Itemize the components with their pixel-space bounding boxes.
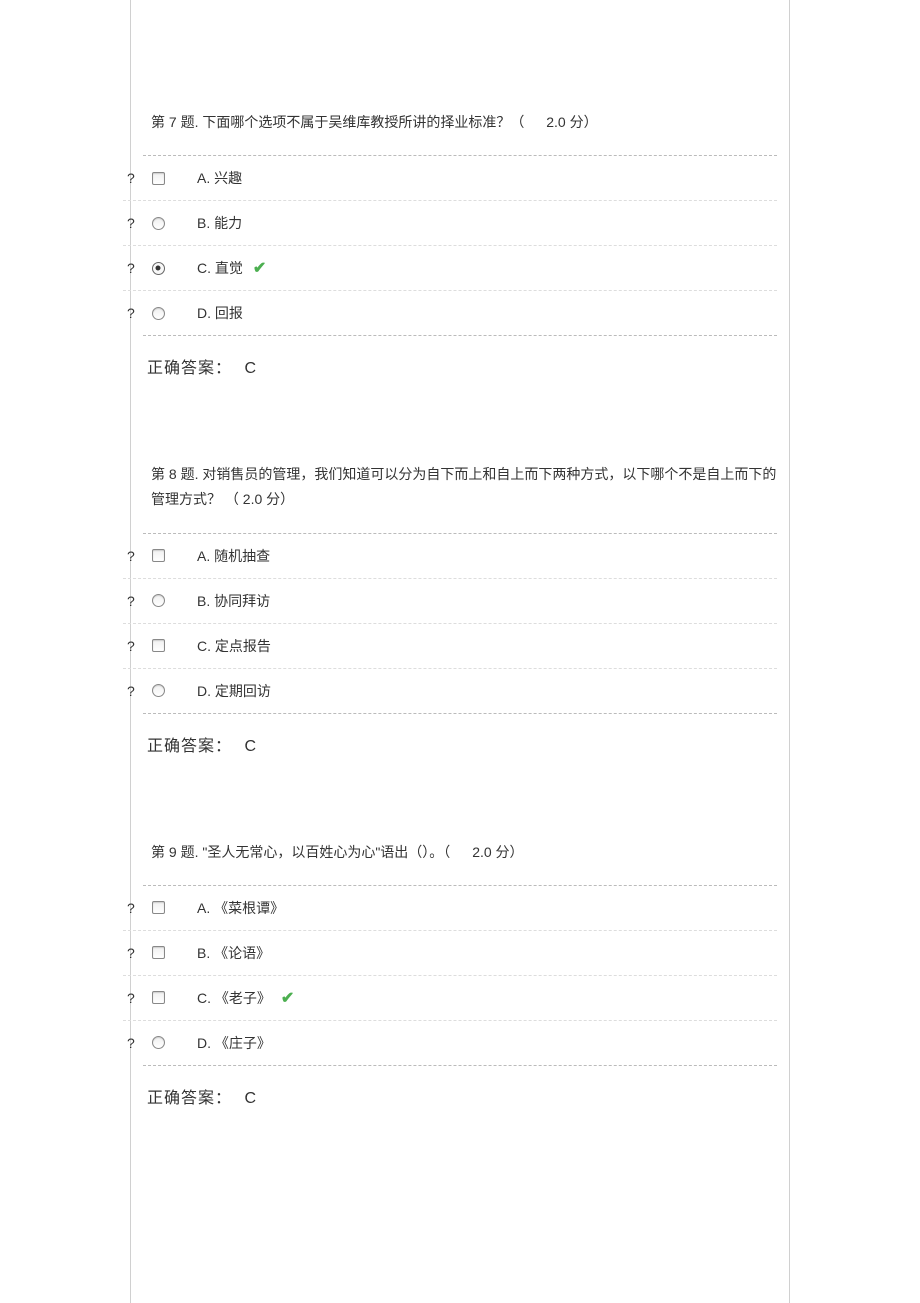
- option-row[interactable]: ? C. 《老子》 ✔: [123, 976, 777, 1021]
- question-mark: ?: [123, 900, 143, 918]
- radio-icon[interactable]: [143, 307, 173, 320]
- option-row[interactable]: ? B. 能力: [123, 201, 777, 246]
- option-row[interactable]: ? D. 《庄子》: [123, 1021, 777, 1065]
- question-score: 2.0 分）: [546, 114, 597, 130]
- answer-label: 正确答案：: [147, 738, 232, 755]
- option-row[interactable]: ? B. 协同拜访: [123, 579, 777, 624]
- option-label: C. 《老子》 ✔: [197, 988, 294, 1008]
- question-7: 第 7 题. 下面哪个选项不属于吴维库教授所讲的择业标准？（ 2.0 分） ? …: [131, 100, 789, 402]
- check-icon: ✔: [281, 988, 294, 1008]
- option-label: B. 能力: [197, 213, 242, 233]
- option-row[interactable]: ? C. 定点报告: [123, 624, 777, 669]
- answer-label: 正确答案：: [147, 1090, 232, 1107]
- question-number: 第 8 题.: [151, 466, 198, 482]
- question-mark: ?: [123, 638, 143, 656]
- option-label: B. 《论语》: [197, 943, 270, 963]
- option-row[interactable]: ? C. 直觉 ✔: [123, 246, 777, 291]
- question-text: "圣人无常心，以百姓心为心"语出（）。（: [202, 844, 450, 860]
- question-mark: ?: [123, 593, 143, 611]
- option-row[interactable]: ? A. 随机抽查: [123, 534, 777, 579]
- question-mark: ?: [123, 170, 143, 188]
- radio-icon[interactable]: [143, 991, 173, 1004]
- question-number: 第 7 题.: [151, 114, 198, 130]
- options-list: ? A. 兴趣 ? B. 能力 ? C. 直觉 ✔ ? D. 回报: [143, 155, 777, 336]
- radio-icon[interactable]: [143, 217, 173, 230]
- question-mark: ?: [123, 548, 143, 566]
- answer-value: C: [244, 1090, 256, 1107]
- option-label: A. 兴趣: [197, 168, 242, 188]
- check-icon: ✔: [253, 258, 266, 278]
- spacer: [131, 780, 789, 830]
- radio-icon[interactable]: [143, 901, 173, 914]
- option-row[interactable]: ? B. 《论语》: [123, 931, 777, 976]
- question-score: （ 2.0 分）: [225, 491, 294, 507]
- question-mark: ?: [123, 945, 143, 963]
- question-mark: ?: [123, 215, 143, 233]
- option-row[interactable]: ? D. 回报: [123, 291, 777, 335]
- radio-icon[interactable]: [143, 172, 173, 185]
- answer-label: 正确答案：: [147, 360, 232, 377]
- question-mark: ?: [123, 990, 143, 1008]
- option-label: A. 随机抽查: [197, 546, 270, 566]
- option-row[interactable]: ? A. 《菜根谭》: [123, 886, 777, 931]
- question-mark: ?: [123, 683, 143, 701]
- option-label: B. 协同拜访: [197, 591, 270, 611]
- answer-row: 正确答案： C: [143, 1066, 777, 1132]
- option-label: C. 直觉 ✔: [197, 258, 266, 278]
- question-8: 第 8 题. 对销售员的管理，我们知道可以分为自下而上和自上而下两种方式，以下哪…: [131, 452, 789, 779]
- question-9: 第 9 题. "圣人无常心，以百姓心为心"语出（）。（ 2.0 分） ? A. …: [131, 830, 789, 1132]
- radio-icon-checked[interactable]: [143, 262, 173, 275]
- answer-row: 正确答案： C: [143, 336, 777, 402]
- options-list: ? A. 随机抽查 ? B. 协同拜访 ? C. 定点报告 ? D. 定期回访: [143, 533, 777, 714]
- answer-value: C: [244, 738, 256, 755]
- option-label: A. 《菜根谭》: [197, 898, 284, 918]
- question-score: 2.0 分）: [472, 844, 523, 860]
- option-label: D. 回报: [197, 303, 243, 323]
- page-container: 第 7 题. 下面哪个选项不属于吴维库教授所讲的择业标准？（ 2.0 分） ? …: [130, 0, 790, 1303]
- radio-icon[interactable]: [143, 549, 173, 562]
- question-number: 第 9 题.: [151, 844, 198, 860]
- option-row[interactable]: ? A. 兴趣: [123, 156, 777, 201]
- radio-icon[interactable]: [143, 594, 173, 607]
- question-title: 第 7 题. 下面哪个选项不属于吴维库教授所讲的择业标准？（ 2.0 分）: [143, 100, 777, 155]
- answer-row: 正确答案： C: [143, 714, 777, 780]
- options-list: ? A. 《菜根谭》 ? B. 《论语》 ? C. 《老子》 ✔ ? D: [143, 885, 777, 1066]
- question-mark: ?: [123, 305, 143, 323]
- radio-icon[interactable]: [143, 684, 173, 697]
- radio-icon[interactable]: [143, 1036, 173, 1049]
- option-label: D. 定期回访: [197, 681, 271, 701]
- question-text: 下面哪个选项不属于吴维库教授所讲的择业标准？（: [202, 114, 524, 130]
- question-mark: ?: [123, 1035, 143, 1053]
- question-title: 第 9 题. "圣人无常心，以百姓心为心"语出（）。（ 2.0 分）: [143, 830, 777, 885]
- spacer: [131, 402, 789, 452]
- radio-icon[interactable]: [143, 639, 173, 652]
- radio-icon[interactable]: [143, 946, 173, 959]
- option-row[interactable]: ? D. 定期回访: [123, 669, 777, 713]
- question-title: 第 8 题. 对销售员的管理，我们知道可以分为自下而上和自上而下两种方式，以下哪…: [143, 452, 777, 532]
- question-mark: ?: [123, 260, 143, 278]
- option-label: D. 《庄子》: [197, 1033, 271, 1053]
- option-label: C. 定点报告: [197, 636, 271, 656]
- answer-value: C: [244, 360, 256, 377]
